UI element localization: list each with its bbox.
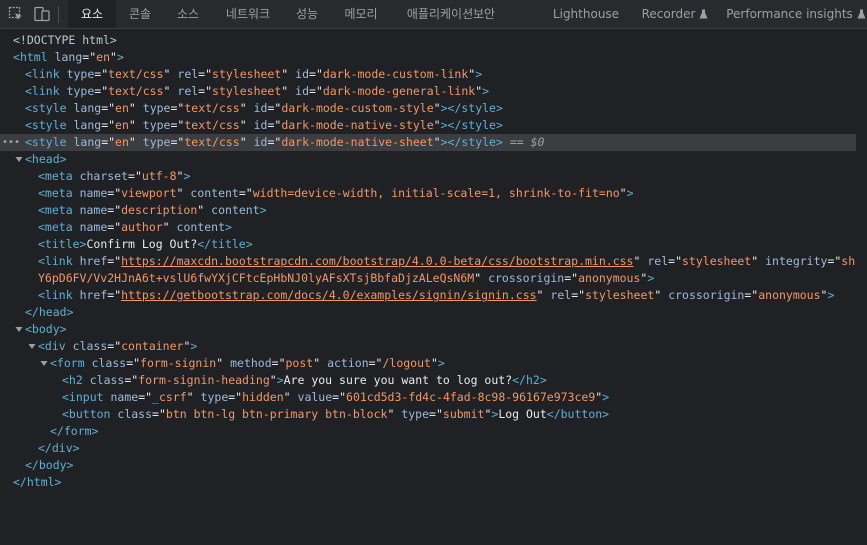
dom-node-form-close[interactable]: </form> <box>0 423 856 440</box>
button-tag: <button class="btn btn-lg btn-primary bt… <box>62 407 610 421</box>
tab-network[interactable]: 네트워크 <box>214 0 282 28</box>
vertical-scrollbar[interactable] <box>856 29 867 545</box>
tab-memory[interactable]: 메모리 <box>333 0 389 28</box>
input-tag: <input name="_csrf" type="hidden" value=… <box>62 390 610 404</box>
devtools-tab-bar: 요소 콘솔 소스 네트워크 성능 메모리 애플리케이션 보안 Lighthous… <box>0 0 867 29</box>
body-open-tag: <body> <box>25 322 67 336</box>
dom-node-style[interactable]: <style lang="en" type="text/css" id="dar… <box>0 117 856 134</box>
dom-node-html-close[interactable]: </html> <box>0 474 856 491</box>
div-open-tag: <div class="container"> <box>38 339 198 353</box>
link-tag: <link href="https://getbootstrap.com/doc… <box>38 288 835 302</box>
tab-sources[interactable]: 소스 <box>166 0 210 28</box>
experiment-flask-icon <box>857 1 866 29</box>
style-tag: <style lang="en" type="text/css" id="dar… <box>25 135 545 149</box>
html-close-tag: </html> <box>13 475 62 489</box>
style-tag: <style lang="en" type="text/css" id="dar… <box>25 118 503 132</box>
meta-tag: <meta name="viewport" content="width=dev… <box>38 186 634 200</box>
elements-dom-tree: <!DOCTYPE html> <html lang="en"> <link t… <box>0 29 856 545</box>
meta-tag: <meta name="author" content> <box>38 220 232 234</box>
tab-console[interactable]: 콘솔 <box>118 0 162 28</box>
form-open-tag: <form class="form-signin" method="post" … <box>50 356 445 370</box>
dom-node-meta[interactable]: <meta charset="utf-8"> <box>0 168 856 185</box>
dom-node-style[interactable]: <style lang="en" type="text/css" id="dar… <box>0 100 856 117</box>
expand-triangle-icon[interactable] <box>15 151 23 168</box>
h2-tag: <h2 class="form-signin-heading">Are you … <box>62 373 547 387</box>
selected-node-marker: == $0 <box>509 135 545 149</box>
dom-node-style-selected[interactable]: ••• <style lang="en" type="text/css" id=… <box>0 134 856 151</box>
dom-node-link[interactable]: <link href="https://getbootstrap.com/doc… <box>0 287 856 304</box>
dom-node-link[interactable]: <link href="https://maxcdn.bootstrapcdn.… <box>0 253 856 270</box>
dom-node-body[interactable]: <body> <box>0 321 856 338</box>
expand-triangle-icon[interactable] <box>15 321 23 338</box>
dom-node-meta[interactable]: <meta name="author" content> <box>0 219 856 236</box>
html-open-tag: <html lang="en"> <box>13 50 124 64</box>
head-close-tag: </head> <box>25 305 74 319</box>
form-close-tag: </form> <box>50 424 99 438</box>
dom-node-form[interactable]: <form class="form-signin" method="post" … <box>0 355 856 372</box>
head-open-tag: <head> <box>25 152 67 166</box>
body-close-tag: </body> <box>25 458 74 472</box>
tab-recorder-label: Recorder <box>641 7 696 21</box>
dom-node-html[interactable]: <html lang="en"> <box>0 49 856 66</box>
title-tag: <title>Confirm Log Out?</title> <box>38 237 253 251</box>
tab-security[interactable]: 보안 <box>462 0 506 28</box>
dom-node-link[interactable]: <link type="text/css" rel="stylesheet" i… <box>0 66 856 83</box>
dom-node-head[interactable]: <head> <box>0 151 856 168</box>
dom-node-button[interactable]: <button class="btn btn-lg btn-primary bt… <box>0 406 856 423</box>
tab-performance-insights-label: Performance insights <box>726 7 853 21</box>
link-tag: <link type="text/css" rel="stylesheet" i… <box>25 67 483 81</box>
expand-triangle-icon[interactable] <box>28 338 36 355</box>
devtools-window: 요소 콘솔 소스 네트워크 성능 메모리 애플리케이션 보안 Lighthous… <box>0 0 867 545</box>
tab-recorder[interactable]: Recorder <box>632 0 718 28</box>
dom-node-h2[interactable]: <h2 class="form-signin-heading">Are you … <box>0 372 856 389</box>
link-integrity-continued: Y6pD6FV/Vv2HJnA6t+vslU6fwYXjCFtcEpHbNJ0l… <box>38 271 655 285</box>
more-options-icon[interactable]: ••• <box>2 134 20 151</box>
dom-node-head-close[interactable]: </head> <box>0 304 856 321</box>
expand-triangle-icon[interactable] <box>40 355 48 372</box>
stylesheet-url-link[interactable]: https://getbootstrap.com/docs/4.0/exampl… <box>121 288 536 302</box>
link-tag: <link href="https://maxcdn.bootstrapcdn.… <box>38 254 856 268</box>
div-close-tag: </div> <box>38 441 80 455</box>
dom-node-link-continued: Y6pD6FV/Vv2HJnA6t+vslU6fwYXjCFtcEpHbNJ0l… <box>0 270 856 287</box>
tab-performance-insights[interactable]: Performance insights <box>726 0 866 28</box>
link-tag: <link type="text/css" rel="stylesheet" i… <box>25 84 490 98</box>
toolbar-divider <box>58 6 59 23</box>
dom-node-body-close[interactable]: </body> <box>0 457 856 474</box>
dom-node-meta[interactable]: <meta name="viewport" content="width=dev… <box>0 185 856 202</box>
device-toolbar-icon[interactable] <box>34 6 50 22</box>
stylesheet-url-link[interactable]: https://maxcdn.bootstrapcdn.com/bootstra… <box>121 254 633 268</box>
inspect-element-icon[interactable] <box>8 6 24 22</box>
tab-lighthouse[interactable]: Lighthouse <box>548 0 624 28</box>
dom-node-div-close[interactable]: </div> <box>0 440 856 457</box>
meta-tag: <meta charset="utf-8"> <box>38 169 191 183</box>
experiment-flask-icon <box>699 1 708 29</box>
dom-node-meta[interactable]: <meta name="description" content> <box>0 202 856 219</box>
doctype-text: <!DOCTYPE html> <box>13 33 117 47</box>
dom-node-div[interactable]: <div class="container"> <box>0 338 856 355</box>
style-tag: <style lang="en" type="text/css" id="dar… <box>25 101 503 115</box>
dom-node-title[interactable]: <title>Confirm Log Out?</title> <box>0 236 856 253</box>
dom-node-link[interactable]: <link type="text/css" rel="stylesheet" i… <box>0 83 856 100</box>
dom-node-doctype[interactable]: <!DOCTYPE html> <box>0 32 856 49</box>
tab-performance[interactable]: 성능 <box>285 0 329 28</box>
tab-elements[interactable]: 요소 <box>68 0 116 28</box>
meta-tag: <meta name="description" content> <box>38 203 267 217</box>
dom-node-input[interactable]: <input name="_csrf" type="hidden" value=… <box>0 389 856 406</box>
